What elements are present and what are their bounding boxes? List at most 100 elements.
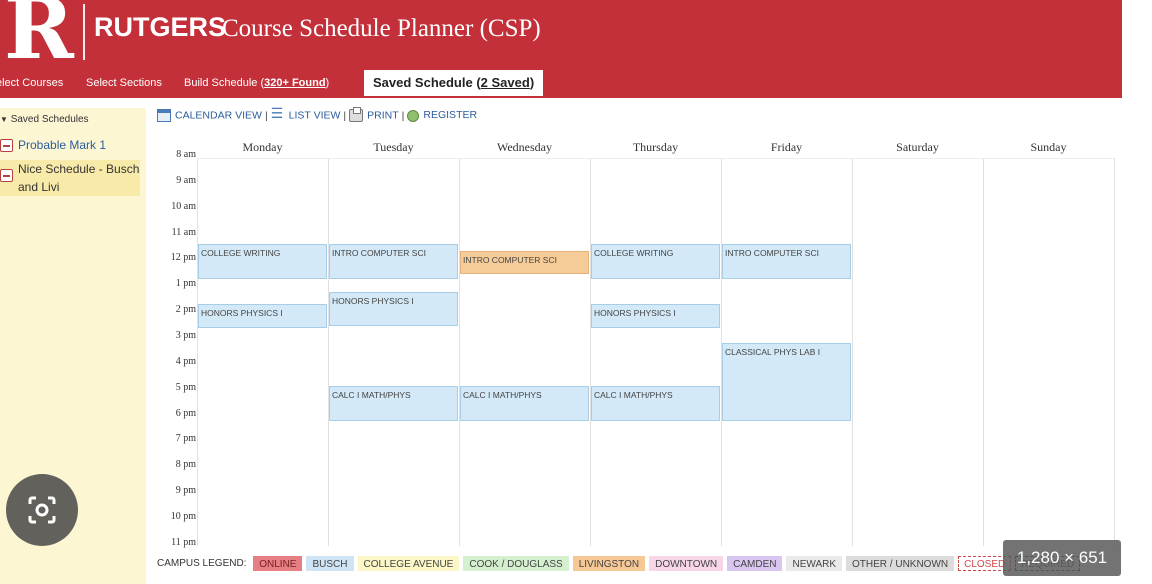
legend-chip: OTHER / UNKNOWN	[846, 556, 955, 571]
course-event[interactable]: HONORS PHYSICS I	[591, 304, 720, 329]
tab-label-suffix: )	[325, 77, 330, 89]
time-label: 8 pm	[175, 459, 196, 471]
remove-icon[interactable]	[0, 169, 13, 182]
grid-column-line	[852, 158, 853, 546]
calendar-view-label: CALENDAR VIEW	[175, 109, 262, 122]
brand-name: RUTGERS	[94, 12, 227, 42]
register-label: REGISTER	[423, 109, 478, 122]
saved-schedules-title: Saved Schedules	[10, 114, 89, 125]
saved-schedule-item-selected[interactable]: Nice Schedule - Busch and Livi	[0, 160, 140, 196]
separator: |	[264, 109, 268, 122]
course-event[interactable]: CLASSICAL PHYS LAB I	[722, 343, 851, 421]
register-link[interactable]: REGISTER	[407, 109, 478, 122]
register-icon	[407, 109, 420, 122]
legend-chip: ONLINE	[253, 556, 303, 571]
time-label: 5 pm	[175, 381, 196, 393]
image-dimensions-badge: 1,280 × 651	[1003, 540, 1121, 576]
grid-column-line	[328, 158, 329, 546]
tab-saved-schedule[interactable]: Saved Schedule (2 Saved)	[364, 70, 544, 98]
rutgers-r-logo: R	[4, 0, 74, 78]
day-header: Sunday	[1030, 140, 1067, 154]
time-label: 4 pm	[175, 355, 196, 367]
tab-build-schedule[interactable]: Build Schedule (320+ Found)	[184, 70, 329, 96]
day-header: Saturday	[896, 140, 939, 154]
course-event[interactable]: CALC I MATH/PHYS	[329, 386, 458, 421]
time-label: 11 am	[171, 226, 196, 238]
course-event[interactable]: HONORS PHYSICS I	[198, 304, 327, 329]
calendar-view-link[interactable]: CALENDAR VIEW	[157, 109, 262, 122]
time-label: 9 am	[176, 174, 196, 186]
course-event[interactable]: CALC I MATH/PHYS	[591, 386, 720, 421]
tab-bar: elect Courses Select Sections Build Sche…	[0, 70, 1122, 98]
course-event[interactable]: INTRO COMPUTER SCI	[460, 250, 589, 275]
remove-icon[interactable]	[0, 139, 13, 152]
time-label: 9 pm	[175, 485, 196, 497]
tab-select-sections[interactable]: Select Sections	[86, 70, 162, 96]
grid-column-line	[459, 158, 460, 546]
time-label: 7 pm	[175, 433, 196, 445]
course-event[interactable]: CALC I MATH/PHYS	[460, 386, 589, 421]
tab-count-link[interactable]: 2 Saved	[481, 75, 530, 90]
tab-label-prefix: Saved Schedule (	[373, 75, 481, 90]
course-event[interactable]: COLLEGE WRITING	[591, 244, 720, 279]
grid-column-line	[983, 158, 984, 546]
app-title: Course Schedule Planner (CSP)	[222, 15, 541, 42]
time-label: 12 pm	[170, 252, 196, 264]
legend-chip: DOWNTOWN	[649, 556, 724, 571]
saved-schedule-name[interactable]: Probable Mark 1	[0, 136, 140, 154]
site-header: R RUTGERS Course Schedule Planner (CSP)	[0, 0, 1122, 78]
collapse-triangle-icon: ▼	[0, 115, 8, 124]
legend-chip: NEWARK	[786, 556, 843, 571]
tab-label: Select Sections	[86, 77, 162, 89]
time-label: 10 pm	[170, 510, 196, 522]
tab-select-courses[interactable]: elect Courses	[0, 70, 63, 96]
course-event[interactable]: INTRO COMPUTER SCI	[329, 244, 458, 279]
grid-column-line	[590, 158, 591, 546]
time-label: 3 pm	[175, 329, 196, 341]
tab-label-suffix: )	[529, 75, 535, 90]
calendar-icon	[157, 109, 171, 122]
legend-chip: COLLEGE AVENUE	[357, 556, 460, 571]
saved-schedule-name[interactable]: Nice Schedule - Busch and Livi	[0, 160, 140, 196]
tab-label: elect Courses	[0, 77, 64, 89]
list-icon	[271, 106, 285, 122]
legend-chip: LIVINGSTON	[572, 556, 646, 571]
time-label: 8 am	[176, 149, 196, 160]
day-header: Tuesday	[373, 140, 414, 154]
time-label: 6 pm	[175, 407, 196, 419]
list-view-label: LIST VIEW	[288, 109, 341, 122]
course-event[interactable]: HONORS PHYSICS I	[329, 291, 458, 326]
print-label: PRINT	[367, 109, 399, 122]
course-event[interactable]: COLLEGE WRITING	[198, 244, 327, 279]
tab-underline	[0, 96, 1122, 98]
print-link[interactable]: PRINT	[349, 107, 399, 122]
logo-divider	[83, 4, 85, 60]
day-header: Thursday	[632, 140, 679, 154]
saved-schedule-item[interactable]: Probable Mark 1	[0, 136, 140, 154]
lens-icon	[28, 496, 56, 524]
grid-column-line	[197, 158, 198, 546]
time-label: 2 pm	[175, 304, 196, 316]
time-label: 1 pm	[175, 278, 196, 290]
campus-legend-label: CAMPUS LEGEND:	[157, 558, 247, 569]
list-view-link[interactable]: LIST VIEW	[271, 106, 341, 122]
campus-legend: CAMPUS LEGEND: ONLINE BUSCH COLLEGE AVENUE…	[157, 556, 1084, 572]
time-label: 10 am	[171, 200, 196, 212]
tab-label-prefix: Build Schedule (	[184, 77, 265, 89]
printer-icon	[349, 107, 364, 122]
legend-chip: CAMDEN	[727, 556, 783, 571]
legend-chip: BUSCH	[306, 556, 354, 571]
visual-search-lens-button[interactable]	[6, 474, 78, 546]
separator: |	[401, 109, 405, 122]
grid-top-line	[197, 158, 1114, 159]
tab-count-link[interactable]: 320+ Found	[264, 77, 325, 89]
day-header: Wednesday	[496, 140, 552, 154]
view-toolbar: CALENDAR VIEW|LIST VIEW|PRINT|REGISTER	[157, 106, 478, 125]
day-header: Friday	[770, 140, 803, 154]
course-event[interactable]: INTRO COMPUTER SCI	[722, 244, 851, 279]
day-header: Monday	[242, 140, 283, 154]
time-label: 11 pm	[171, 536, 196, 548]
saved-schedules-heading[interactable]: ▼ Saved Schedules	[0, 114, 89, 125]
legend-chip: COOK / DOUGLASS	[463, 556, 569, 571]
grid-column-line	[1114, 158, 1115, 546]
